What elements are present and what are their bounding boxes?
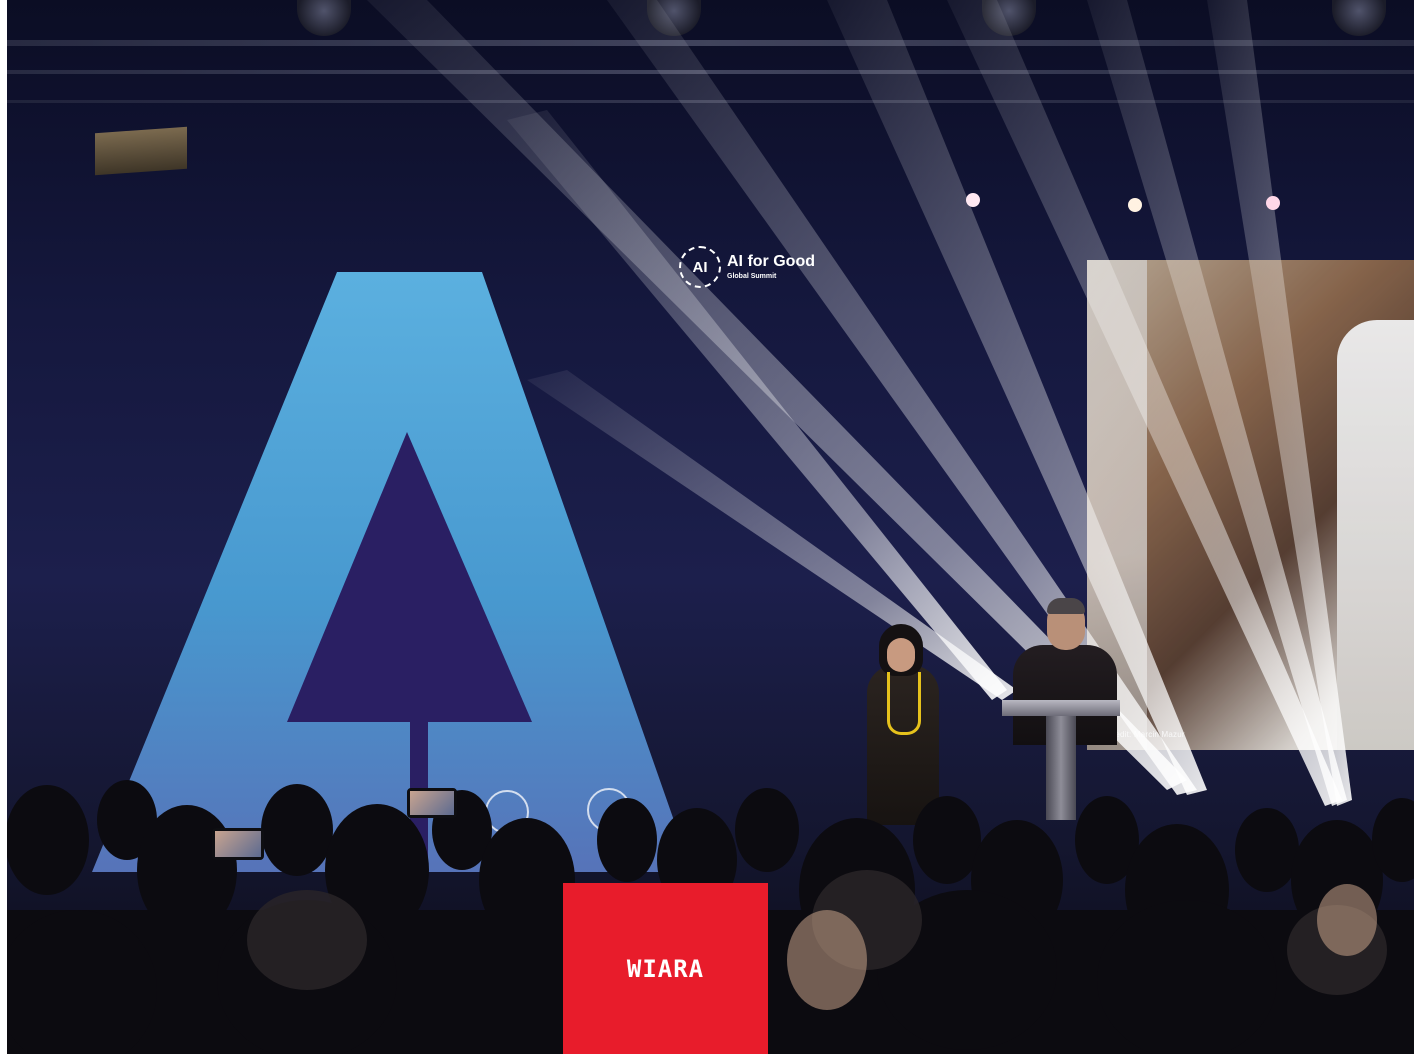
event-logo-title: AI for Good xyxy=(727,253,815,270)
speaker-nun-face xyxy=(887,638,915,672)
stage-light-fixture xyxy=(982,0,1036,36)
lighting-truss xyxy=(7,70,1414,74)
lighting-truss xyxy=(7,40,1414,46)
smartphone xyxy=(407,788,457,818)
category-label: WIARA xyxy=(626,954,705,983)
stage-light-fixture xyxy=(1332,0,1386,36)
video-screen xyxy=(1087,260,1414,750)
lanyard xyxy=(887,672,921,735)
event-logo-subtitle: Global Summit xyxy=(727,273,777,280)
projector xyxy=(95,126,187,176)
speaker-bishop-hair xyxy=(1047,598,1085,614)
stage-light-fixture xyxy=(647,0,701,36)
category-tag[interactable]: WIARA xyxy=(563,883,768,1054)
ai-badge-icon: AI xyxy=(679,246,721,288)
smartphone xyxy=(212,828,264,860)
lighting-truss xyxy=(7,100,1414,103)
event-logo: AI AI for Good Global Summit xyxy=(679,246,815,288)
stage-light-fixture xyxy=(297,0,351,36)
